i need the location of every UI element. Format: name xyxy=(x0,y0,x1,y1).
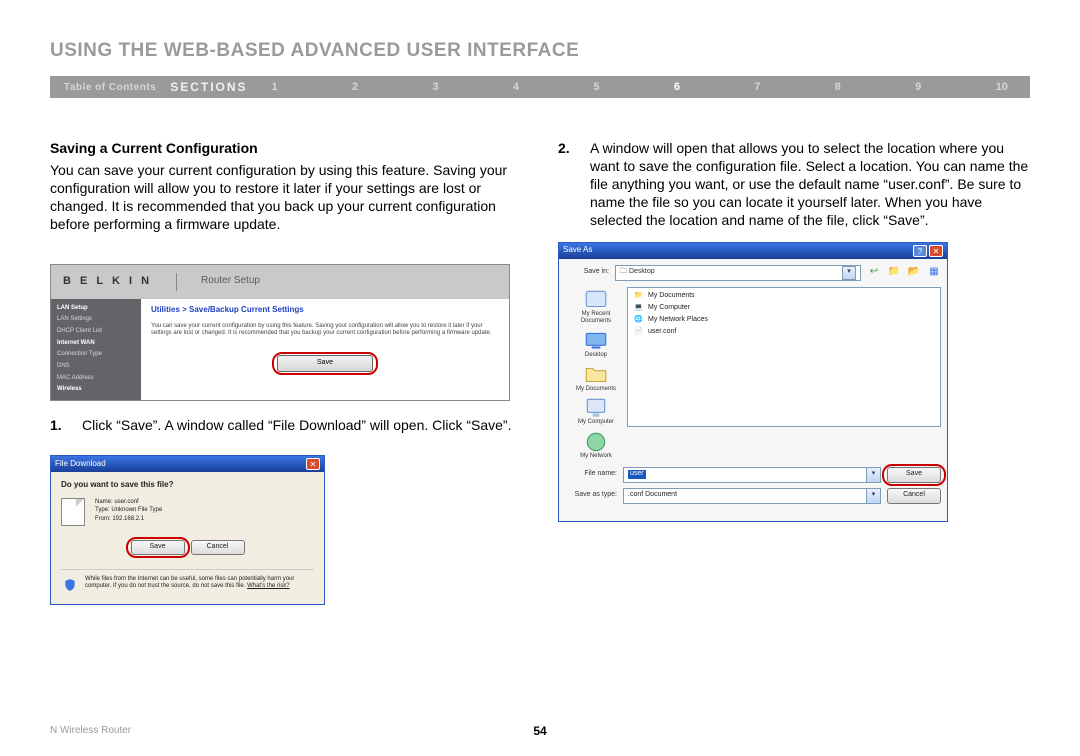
savetype-label: Save as type: xyxy=(565,491,617,500)
place-computer[interactable]: My Computer xyxy=(572,395,620,427)
section-link-1[interactable]: 1 xyxy=(272,81,278,93)
sidebar-wireless[interactable]: Wireless xyxy=(51,384,141,396)
step-2-number: 2. xyxy=(558,140,574,230)
page-title: USING THE WEB-BASED ADVANCED USER INTERF… xyxy=(50,40,1030,62)
place-desktop[interactable]: Desktop xyxy=(572,328,620,360)
fd-info: Name: user.conf Type: Unknown File Type … xyxy=(95,498,162,526)
section-link-8[interactable]: 8 xyxy=(835,81,841,93)
section-link-4[interactable]: 4 xyxy=(513,81,519,93)
footer-product: N Wireless Router xyxy=(50,725,131,736)
chevron-down-icon[interactable]: ▾ xyxy=(842,266,856,280)
section-link-6[interactable]: 6 xyxy=(674,81,680,93)
views-icon[interactable]: ▦ xyxy=(927,266,941,280)
section-link-10[interactable]: 10 xyxy=(996,81,1008,93)
fd-cancel-button[interactable]: Cancel xyxy=(191,540,245,555)
belkin-logo: B E L K I N xyxy=(63,274,152,288)
router-setup-label: Router Setup xyxy=(201,275,260,288)
right-column: 2. A window will open that allows you to… xyxy=(558,140,1030,605)
file-icon xyxy=(61,498,85,526)
sidebar-lan-settings[interactable]: LAN Settings xyxy=(51,314,141,326)
help-icon[interactable]: ? xyxy=(913,245,927,257)
highlight-oval xyxy=(126,537,190,558)
savetype-combo[interactable]: .conf Document ▾ xyxy=(623,488,881,504)
section-link-3[interactable]: 3 xyxy=(432,81,438,93)
save-in-combo[interactable]: 🗀 Desktop ▾ xyxy=(615,265,861,281)
savetype-value: .conf Document xyxy=(628,491,677,500)
fd-title: File Download xyxy=(55,459,106,469)
up-folder-icon[interactable]: 📁 xyxy=(887,266,901,280)
left-column: Saving a Current Configuration You can s… xyxy=(50,140,522,605)
section-link-9[interactable]: 9 xyxy=(915,81,921,93)
sa-title: Save As xyxy=(563,245,592,255)
place-recent[interactable]: My Recent Documents xyxy=(572,287,620,326)
highlight-oval xyxy=(882,464,946,486)
file-download-dialog: File Download ✕ Do you want to save this… xyxy=(50,455,325,606)
router-save-button[interactable]: Save xyxy=(277,355,373,372)
sidebar-lan-setup[interactable]: LAN Setup xyxy=(51,303,141,315)
step-1-text: Click “Save”. A window called “File Down… xyxy=(82,417,522,435)
chevron-down-icon[interactable]: ▾ xyxy=(866,468,880,482)
filename-label: File name: xyxy=(565,470,617,479)
whats-the-risk-link[interactable]: What's the risk? xyxy=(247,583,290,589)
highlight-oval xyxy=(272,352,378,375)
fd-warn: While files from the Internet can be use… xyxy=(61,569,314,596)
fd-question: Do you want to save this file? xyxy=(61,480,314,490)
section-link-2[interactable]: 2 xyxy=(352,81,358,93)
save-in-value: Desktop xyxy=(629,268,655,275)
sidebar-mac[interactable]: MAC Address xyxy=(51,373,141,385)
router-breadcrumb[interactable]: Utilities > Save/Backup Current Settings xyxy=(151,305,499,315)
sa-cancel-button[interactable]: Cancel xyxy=(887,488,941,504)
sidebar-dns[interactable]: DNS xyxy=(51,361,141,373)
router-sidebar: LAN Setup LAN Settings DHCP Client List … xyxy=(51,299,141,400)
filename-input[interactable]: user ▾ xyxy=(623,467,881,483)
toc-link[interactable]: Table of Contents xyxy=(50,82,170,93)
shield-icon xyxy=(63,578,77,592)
filename-value: user xyxy=(628,470,646,479)
sections-label: SECTIONS xyxy=(170,80,247,94)
list-item[interactable]: 📁My Documents xyxy=(634,292,934,302)
sections-bar: Table of Contents SECTIONS 1 2 3 4 5 6 7… xyxy=(50,76,1030,98)
fd-save-button[interactable]: Save xyxy=(131,540,185,555)
router-desc: You can save your current configuration … xyxy=(151,323,499,337)
close-icon[interactable]: ✕ xyxy=(929,245,943,257)
sidebar-connection[interactable]: Connection Type xyxy=(51,349,141,361)
intro-paragraph: You can save your current configuration … xyxy=(50,162,522,234)
close-icon[interactable]: ✕ xyxy=(306,458,320,470)
list-item[interactable]: 💻My Computer xyxy=(634,304,934,314)
subheading: Saving a Current Configuration xyxy=(50,140,522,158)
save-in-label: Save in: xyxy=(565,268,609,277)
place-network[interactable]: My Network xyxy=(572,429,620,461)
sidebar-wan[interactable]: Internet WAN xyxy=(51,338,141,350)
page-number: 54 xyxy=(533,724,546,738)
places-bar: My Recent Documents Desktop My Documents xyxy=(565,287,627,461)
sidebar-dhcp[interactable]: DHCP Client List xyxy=(51,326,141,338)
save-as-dialog: Save As ? ✕ Save in: 🗀 Desktop ▾ ↩ xyxy=(558,242,948,522)
section-link-7[interactable]: 7 xyxy=(754,81,760,93)
step-2-text: A window will open that allows you to se… xyxy=(590,140,1030,230)
sa-save-button[interactable]: Save xyxy=(887,467,941,483)
place-documents[interactable]: My Documents xyxy=(572,362,620,394)
section-link-5[interactable]: 5 xyxy=(593,81,599,93)
router-screenshot: B E L K I N Router Setup LAN Setup LAN S… xyxy=(50,264,510,401)
file-list[interactable]: 📁My Documents 💻My Computer 🌐My Network P… xyxy=(627,287,941,427)
new-folder-icon[interactable]: 📂 xyxy=(907,266,921,280)
step-1-number: 1. xyxy=(50,417,66,435)
chevron-down-icon[interactable]: ▾ xyxy=(866,489,880,503)
section-numbers: 1 2 3 4 5 6 7 8 9 10 xyxy=(272,81,1030,93)
list-item[interactable]: 🌐My Network Places xyxy=(634,316,934,326)
list-item[interactable]: 📄user.conf xyxy=(634,328,934,338)
back-icon[interactable]: ↩ xyxy=(867,266,881,280)
